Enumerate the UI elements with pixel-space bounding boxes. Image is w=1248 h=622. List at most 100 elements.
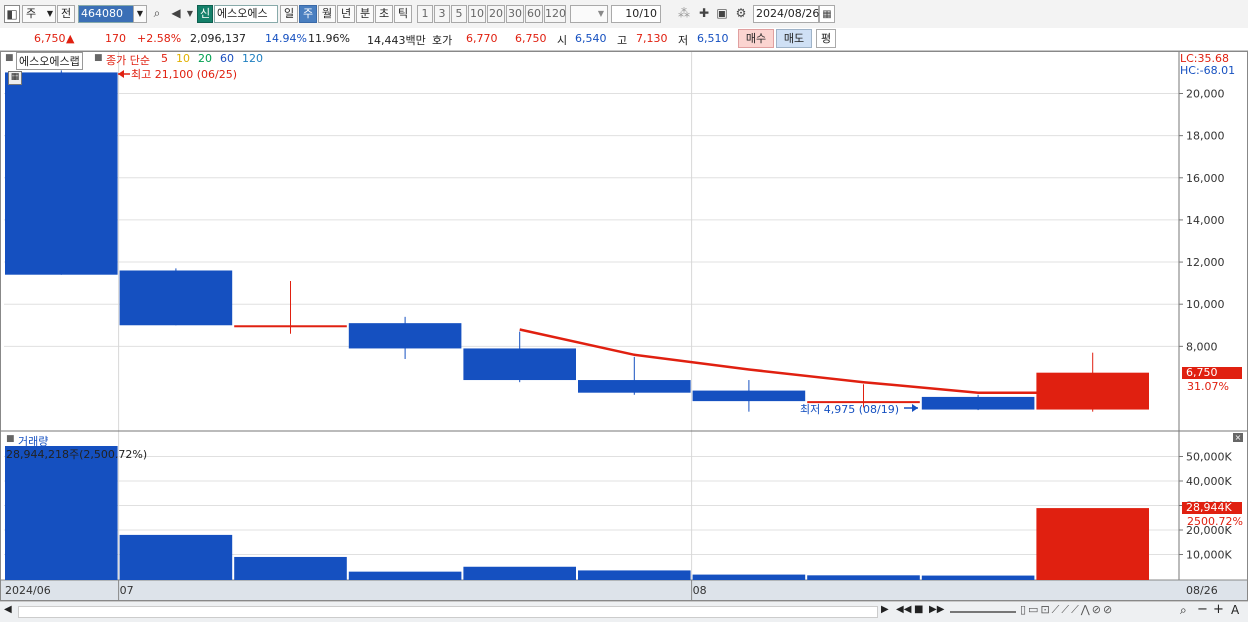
ma-period-label: 120	[242, 52, 263, 65]
market-dropdown[interactable]: 주 ▼	[22, 5, 56, 23]
toolbar: ◧ 주 ▼ 전 464080 ▼ ⌕ ◀ ▼ 신 에스오에스 일주월년분초틱 13…	[0, 0, 1248, 29]
horizontal-scrollbar[interactable]	[18, 606, 878, 618]
period-button[interactable]: 주	[299, 5, 317, 23]
candle-body	[578, 380, 691, 393]
period-button[interactable]: 일	[280, 5, 298, 23]
ma-period-label: 5	[161, 52, 168, 65]
candle-body	[5, 72, 118, 275]
volume-value: 2,096,137	[190, 32, 246, 45]
candle-body	[463, 348, 576, 381]
open-value: 6,540	[575, 32, 607, 45]
gear-icon[interactable]: ⚙	[733, 5, 749, 23]
interval-button[interactable]: 20	[487, 5, 505, 23]
hc-label: HC:-68.01	[1180, 64, 1236, 77]
stock-name-field[interactable]: 에스오에스	[214, 5, 278, 23]
calendar-icon[interactable]: ▦	[819, 5, 835, 23]
high-label: 고	[617, 34, 628, 47]
candle-body	[119, 270, 233, 326]
count-field[interactable]: 10/10	[611, 5, 661, 23]
prev-button[interactable]: 전	[57, 5, 75, 23]
volume-bar	[921, 575, 1035, 580]
speaker-dropdown-icon[interactable]: ▼	[182, 5, 198, 23]
period-button[interactable]: 초	[375, 5, 393, 23]
interval-button[interactable]: 60	[525, 5, 543, 23]
period-button[interactable]: 분	[356, 5, 374, 23]
code-dropdown-chevron-icon[interactable]: ▼	[133, 5, 147, 23]
legend-stock-name: 에스오에스랩	[16, 52, 83, 70]
grid-toggle-icon[interactable]: ▦	[8, 71, 22, 85]
new-listing-badge: 신	[197, 5, 213, 23]
interval-dropdown[interactable]: ▼	[570, 5, 608, 23]
x-axis-label: 2024/06	[5, 584, 51, 597]
period-button[interactable]: 년	[337, 5, 355, 23]
zoom-out-icon[interactable]: −	[1197, 602, 1208, 617]
rewind-icon[interactable]: ◀◀	[896, 604, 911, 615]
current-price-tag: 6,750	[1182, 367, 1242, 379]
legend-square-icon: ■	[6, 434, 15, 444]
period-button[interactable]: 틱	[394, 5, 412, 23]
volume-bar	[578, 570, 691, 580]
code-input[interactable]: 464080	[78, 5, 134, 23]
amount-value: 14,443백만	[367, 34, 426, 47]
interval-button[interactable]: 30	[506, 5, 524, 23]
ma-period-label: 60	[220, 52, 234, 65]
font-size-icon[interactable]: A	[1231, 603, 1239, 617]
up-arrow-icon: ▲	[66, 32, 75, 45]
interval-button[interactable]: 120	[544, 5, 566, 23]
volume-tick-label: 50,000K	[1186, 451, 1232, 464]
volume-bar	[463, 566, 576, 580]
volume-bar	[692, 574, 806, 580]
stop-icon[interactable]: ■	[914, 604, 923, 615]
volume-tick-label: 10,000K	[1186, 549, 1232, 562]
x-axis-label: 07	[120, 584, 134, 597]
link-icon[interactable]: ⁂	[676, 5, 692, 23]
change-pct: +2.58%	[137, 32, 182, 45]
legend-square-icon: ■	[5, 53, 14, 63]
zoom-search-icon[interactable]: ⌕	[1180, 603, 1187, 618]
current-volume-tag: 28,944K	[1182, 502, 1242, 514]
search-icon[interactable]: ⌕	[149, 5, 165, 23]
bid-value: 6,750	[515, 32, 547, 45]
buy-button[interactable]: 매수	[738, 29, 774, 48]
zoom-in-icon[interactable]: +	[1213, 602, 1224, 617]
volume-bar	[807, 575, 920, 580]
fast-forward-icon[interactable]: ▶▶	[929, 604, 944, 615]
candle-body	[692, 390, 806, 402]
price-tick-label: 8,000	[1186, 340, 1218, 353]
volume-bar	[1036, 508, 1149, 580]
candle-body	[234, 325, 347, 328]
chart-area[interactable]: 20,000 18,000 16,000 14,000 12,000 10,000 8,00…	[0, 51, 1248, 601]
close-icon[interactable]: ×	[1233, 433, 1243, 442]
x-axis-label: 08	[693, 584, 707, 597]
interval-button[interactable]: 3	[434, 5, 450, 23]
scroll-left-icon[interactable]: ◀	[4, 604, 12, 615]
crosshair-icon[interactable]: ✚	[696, 5, 712, 23]
chevron-down-icon: ▼	[46, 9, 53, 18]
high-value: 7,130	[636, 32, 668, 45]
quote-bar: 6,750 ▲ 170 +2.58% 2,096,137 14.94% 11.9…	[0, 28, 1248, 51]
price-tick-label: 14,000	[1186, 214, 1225, 227]
interval-button[interactable]: 5	[451, 5, 467, 23]
interval-button[interactable]: 10	[468, 5, 486, 23]
pct2-value: 11.96%	[308, 32, 350, 45]
min-label: 최저 4,975 (08/19)	[800, 403, 900, 416]
volume-tick-label: 40,000K	[1186, 475, 1232, 488]
ma-period-label: 20	[198, 52, 212, 65]
avg-button[interactable]: 평	[816, 29, 836, 48]
ask-value: 6,770	[466, 32, 498, 45]
sell-button[interactable]: 매도	[776, 29, 812, 48]
drawing-tools-icons[interactable]: ▯▭⊡⟋⟋⟋⋀⊘⊘	[1020, 603, 1114, 617]
zoom-slider[interactable]	[950, 611, 1016, 613]
period-button[interactable]: 월	[318, 5, 336, 23]
date-field[interactable]: 2024/08/26	[753, 5, 819, 23]
window-icon[interactable]: ◧	[4, 5, 20, 23]
change-value: 170	[105, 32, 126, 45]
save-icon[interactable]: ▣	[714, 5, 730, 23]
interval-button[interactable]: 1	[417, 5, 433, 23]
volume-bar	[5, 446, 118, 580]
chart-svg: 20,000 18,000 16,000 14,000 12,000 10,000 8,00…	[0, 51, 1248, 601]
volume-bar	[234, 556, 347, 580]
x-axis-label: 08/26	[1186, 584, 1218, 597]
volume-bar	[119, 534, 233, 580]
scroll-right-icon[interactable]: ▶	[881, 604, 889, 615]
